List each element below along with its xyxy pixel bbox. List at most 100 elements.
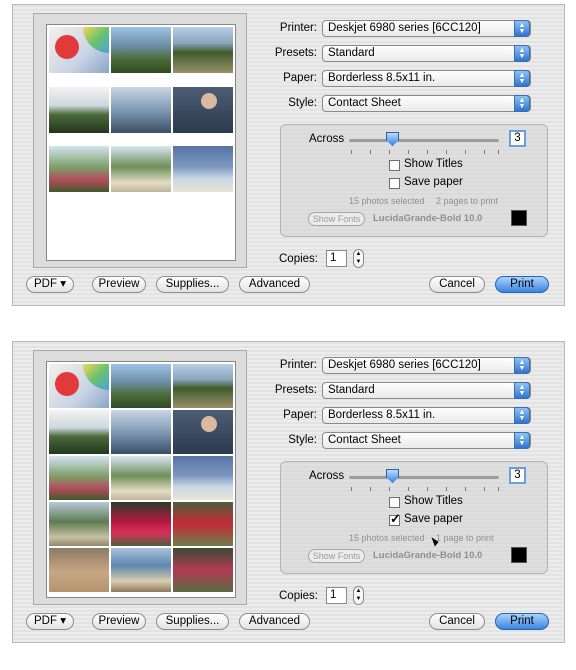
across-slider-thumb[interactable] [386,132,399,146]
copies-field[interactable]: 1 [326,587,347,604]
paper-label: Paper: [283,409,317,421]
slider-tick [446,487,447,491]
save-paper-checkbox[interactable] [389,178,400,189]
save-paper-label: Save paper [404,176,463,188]
save-paper-label: Save paper [404,513,463,525]
slider-tick [389,150,390,154]
slider-tick [408,150,409,154]
photos-selected-text: 15 photos selected [349,196,425,206]
checkmark-icon: ✓ [390,511,401,526]
slider-tick [498,487,499,491]
paper-popup[interactable]: Borderless 8.5x11 in. ▲ ▼ [322,70,531,87]
print-dialog-save-paper: Printer: Deskjet 6980 series [6CC120] ▲ ▼ … [12,341,565,643]
cancel-button[interactable]: Cancel [429,613,485,630]
photo-thumbnail-flowers [49,456,109,500]
photo-thumbnail-palm [173,27,233,73]
popup-arrows-icon: ▲ ▼ [514,357,530,374]
style-label: Style: [288,97,317,109]
preview-page [46,24,236,261]
supplies-button[interactable]: Supplies... [156,276,229,293]
slider-tick [484,150,485,154]
across-value-field[interactable]: 3 [509,130,526,147]
print-button[interactable]: Print [495,613,549,630]
font-color-well[interactable] [511,210,527,226]
copies-label: Copies: [279,590,318,602]
presets-popup[interactable]: Standard ▲ ▼ [322,382,531,399]
slider-tick [351,487,352,491]
font-name-text: LucidaGrande-Bold 10.0 [373,213,483,224]
photo-thumbnail-balloon [49,364,109,408]
slider-tick [351,150,352,154]
across-label: Across [309,133,345,145]
preview-button[interactable]: Preview [92,276,146,293]
copies-field[interactable]: 1 [326,250,347,267]
popup-arrows-icon: ▲ ▼ [514,45,530,62]
across-slider-thumb[interactable] [386,469,399,483]
slider-tick [408,487,409,491]
advanced-button[interactable]: Advanced [239,276,310,293]
photos-selected-text: 15 photos selected [349,533,425,543]
show-titles-checkbox[interactable] [389,497,400,508]
show-fonts-button[interactable]: Show Fonts [308,549,365,563]
show-titles-label: Show Titles [404,495,463,507]
style-label: Style: [288,434,317,446]
popup-arrows-icon: ▲ ▼ [514,382,530,399]
photo-thumbnail-palm [173,364,233,408]
slider-tick [427,487,428,491]
print-button[interactable]: Print [495,276,549,293]
across-label: Across [309,470,345,482]
printer-label: Printer: [279,22,317,34]
style-popup[interactable]: Contact Sheet ▲ ▼ [322,95,531,112]
popup-arrows-icon: ▲ ▼ [514,20,530,37]
photo-thumbnail-ocean [111,87,171,133]
printer-popup[interactable]: Deskjet 6980 series [6CC120] ▲ ▼ [322,357,531,374]
paper-label: Paper: [283,72,317,84]
show-titles-checkbox[interactable] [389,160,400,171]
font-name-text: LucidaGrande-Bold 10.0 [373,550,483,561]
photo-thumbnail-couple [173,548,233,592]
print-preview-pane [33,350,247,605]
popup-arrows-icon: ▲ ▼ [514,95,530,112]
style-popup[interactable]: Contact Sheet ▲ ▼ [322,432,531,449]
paper-popup[interactable]: Borderless 8.5x11 in. ▲ ▼ [322,407,531,424]
slider-tick [389,487,390,491]
slider-tick [370,150,371,154]
show-fonts-button[interactable]: Show Fonts [308,212,365,226]
photo-thumbnail-path [111,146,171,192]
presets-label: Presets: [274,384,317,396]
photo-thumbnail-balloon [49,27,109,73]
supplies-button[interactable]: Supplies... [156,613,229,630]
print-preview-pane [33,13,247,268]
preview-button[interactable]: Preview [92,613,146,630]
photo-thumbnail-person [173,87,233,133]
photo-thumbnail-garden [111,364,171,408]
copies-stepper-icon[interactable]: ▲ ▼ [353,249,364,268]
photo-thumbnail-ocean [111,410,171,454]
save-paper-checkbox[interactable]: ✓ [389,511,401,526]
photo-thumbnail-walkway [49,502,109,546]
slider-tick [370,487,371,491]
printer-popup[interactable]: Deskjet 6980 series [6CC120] ▲ ▼ [322,20,531,37]
advanced-button[interactable]: Advanced [239,613,310,630]
presets-label: Presets: [274,47,317,59]
presets-popup[interactable]: Standard ▲ ▼ [322,45,531,62]
across-slider[interactable] [349,476,499,479]
pages-to-print-text: 1 page to print [436,533,494,543]
printer-label: Printer: [279,359,317,371]
pages-to-print-text: 2 pages to print [436,196,499,206]
photo-thumbnail-tree [49,410,109,454]
copies-label: Copies: [279,253,318,265]
font-color-well[interactable] [511,547,527,563]
across-slider[interactable] [349,139,499,142]
slider-tick [427,150,428,154]
photo-thumbnail-person [173,410,233,454]
slider-tick [484,487,485,491]
pdf-button[interactable]: PDF ▾ [26,613,74,630]
copies-stepper-icon[interactable]: ▲ ▼ [353,586,364,605]
pdf-button[interactable]: PDF ▾ [26,276,74,293]
popup-arrows-icon: ▲ ▼ [514,432,530,449]
slider-tick [465,487,466,491]
across-value-field[interactable]: 3 [509,467,526,484]
cancel-button[interactable]: Cancel [429,276,485,293]
contact-sheet-options: Across 3 Show Titles Save paper 15 photo… [280,124,548,237]
